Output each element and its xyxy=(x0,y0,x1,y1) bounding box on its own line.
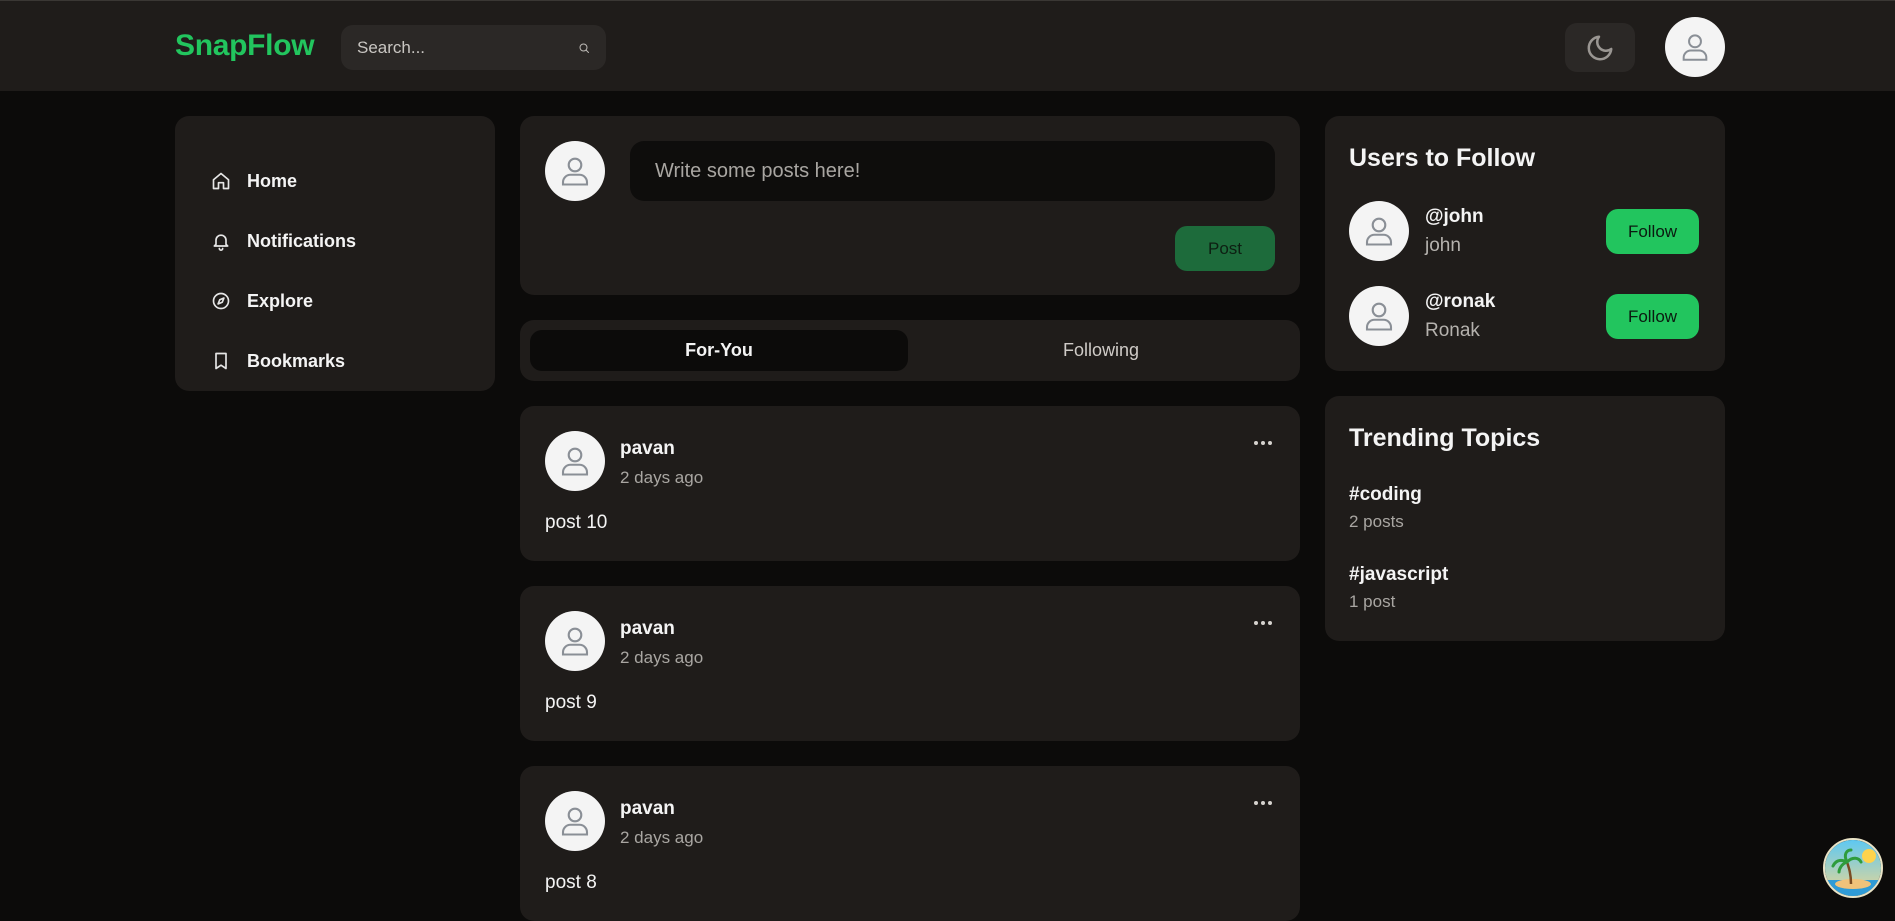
post-author[interactable]: pavan xyxy=(620,438,675,460)
post-timestamp: 2 days ago xyxy=(620,828,704,847)
sidebar-item-explore[interactable]: Explore xyxy=(175,271,495,331)
bell-icon xyxy=(213,234,229,251)
follow-button[interactable]: Follow xyxy=(1606,294,1699,339)
post-timestamp: 2 days ago xyxy=(620,648,704,667)
sidebar-item-label: Explore xyxy=(247,290,314,311)
topic-tag[interactable]: #javascript xyxy=(1349,564,1448,586)
island-icon xyxy=(1825,840,1881,896)
post-author[interactable]: pavan xyxy=(620,798,675,820)
avatar xyxy=(545,141,605,201)
users-to-follow-card: Users to Follow @john john Follow @ronak… xyxy=(1325,116,1725,371)
post-card: pavan 2 days ago post 10 xyxy=(520,406,1300,561)
avatar[interactable] xyxy=(545,611,605,671)
follow-suggestion: @john john Follow xyxy=(1349,201,1701,261)
post-card: pavan 2 days ago post 8 xyxy=(520,766,1300,921)
post-author[interactable]: pavan xyxy=(620,618,675,640)
trending-topic[interactable]: #javascript 1 post xyxy=(1349,564,1448,612)
floating-widget-button[interactable] xyxy=(1823,838,1883,898)
user-icon xyxy=(1365,302,1393,331)
tab-following[interactable]: Following xyxy=(912,330,1290,371)
search-box[interactable] xyxy=(341,25,606,70)
user-display-name: john xyxy=(1425,235,1461,256)
brand-logo[interactable]: SnapFlow xyxy=(175,29,315,63)
topic-post-count: 2 posts xyxy=(1349,512,1404,531)
user-icon xyxy=(1682,34,1708,61)
more-options-icon[interactable] xyxy=(1248,794,1278,812)
search-icon[interactable] xyxy=(578,36,590,60)
post-content: post 8 xyxy=(545,872,597,893)
user-display-name: Ronak xyxy=(1425,320,1480,341)
avatar[interactable] xyxy=(1349,201,1409,261)
user-handle[interactable]: @john xyxy=(1425,206,1484,228)
sidebar-item-notifications[interactable]: Notifications xyxy=(175,211,495,271)
trending-topics-title: Trending Topics xyxy=(1349,424,1541,452)
sidebar-item-home[interactable]: Home xyxy=(175,151,495,211)
topic-tag[interactable]: #coding xyxy=(1349,484,1422,506)
theme-toggle-button[interactable] xyxy=(1565,23,1635,72)
post-timestamp: 2 days ago xyxy=(620,468,704,487)
sidebar-item-label: Home xyxy=(247,170,298,191)
post-content: post 9 xyxy=(545,692,597,713)
bookmark-icon xyxy=(215,352,227,370)
moon-icon xyxy=(1587,35,1613,60)
user-handle[interactable]: @ronak xyxy=(1425,291,1495,313)
post-button[interactable]: Post xyxy=(1175,226,1275,271)
compass-icon xyxy=(212,292,230,310)
user-icon xyxy=(561,627,589,656)
post-composer: Post xyxy=(520,116,1300,295)
follow-button[interactable]: Follow xyxy=(1606,209,1699,254)
sidebar-item-bookmarks[interactable]: Bookmarks xyxy=(175,331,495,391)
avatar[interactable] xyxy=(1349,286,1409,346)
avatar[interactable] xyxy=(545,791,605,851)
user-icon xyxy=(561,447,589,476)
more-options-icon[interactable] xyxy=(1248,434,1278,452)
follow-suggestion: @ronak Ronak Follow xyxy=(1349,286,1701,346)
user-icon xyxy=(561,807,589,836)
feed-tabs: For-You Following xyxy=(520,320,1300,381)
trending-topics-card: Trending Topics #coding 2 posts #javascr… xyxy=(1325,396,1725,641)
user-icon xyxy=(1365,217,1393,246)
post-content: post 10 xyxy=(545,512,608,533)
profile-avatar-button[interactable] xyxy=(1665,17,1725,77)
sidebar-nav: Home Notifications Explore Bookmarks xyxy=(175,116,495,391)
avatar[interactable] xyxy=(545,431,605,491)
sidebar-item-label: Bookmarks xyxy=(247,350,346,371)
more-options-icon[interactable] xyxy=(1248,614,1278,632)
sidebar-item-label: Notifications xyxy=(247,230,357,251)
trending-topic[interactable]: #coding 2 posts xyxy=(1349,484,1422,532)
post-card: pavan 2 days ago post 9 xyxy=(520,586,1300,741)
top-navbar: SnapFlow xyxy=(0,0,1895,91)
tab-for-you[interactable]: For-You xyxy=(530,330,908,371)
user-icon xyxy=(561,157,589,186)
home-icon xyxy=(212,172,230,190)
topic-post-count: 1 post xyxy=(1349,592,1396,611)
post-textarea[interactable] xyxy=(630,141,1275,201)
search-input[interactable] xyxy=(357,37,578,58)
users-to-follow-title: Users to Follow xyxy=(1349,144,1536,172)
